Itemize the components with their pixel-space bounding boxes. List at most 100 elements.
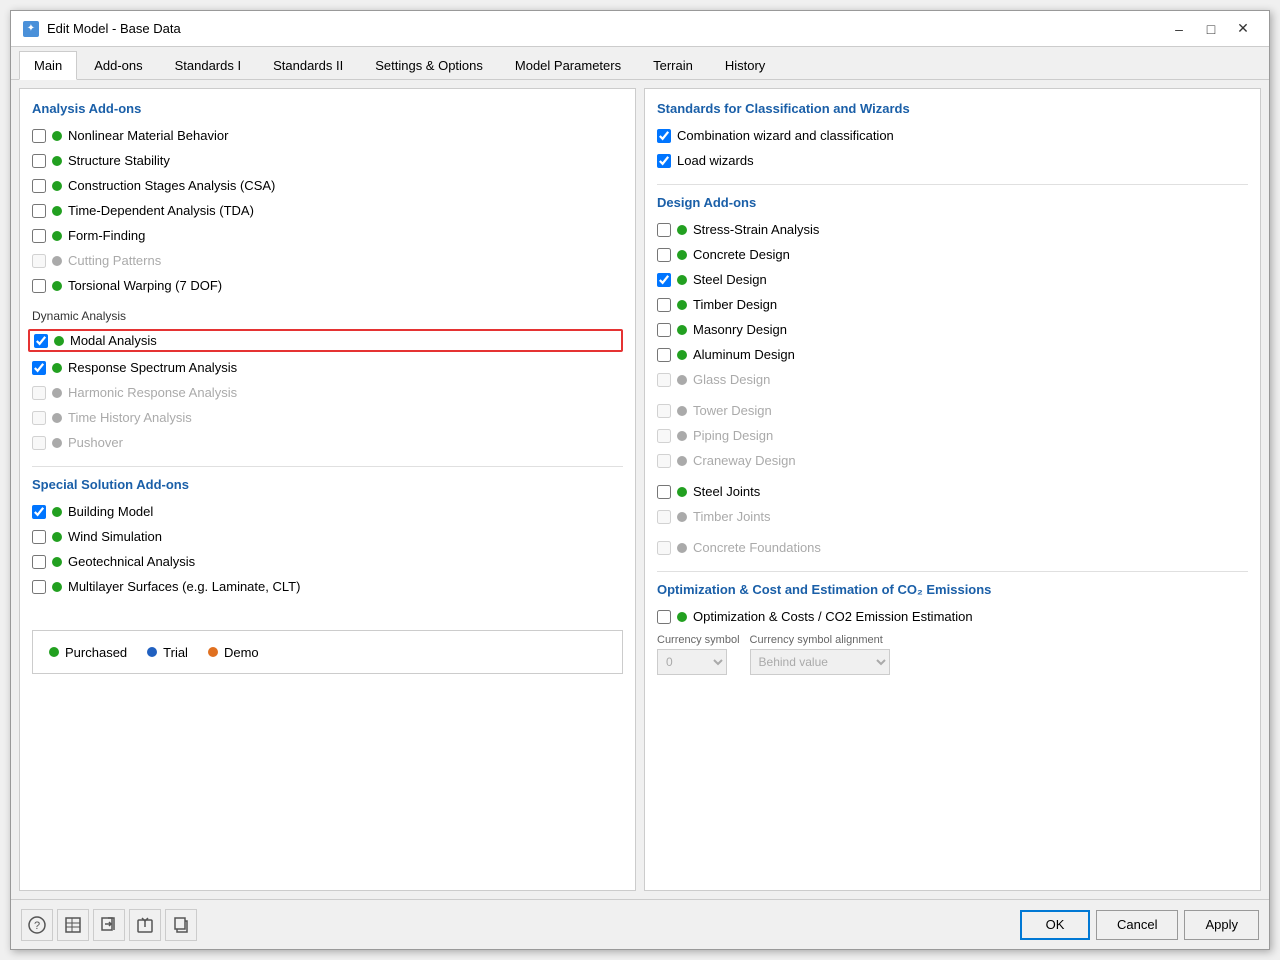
masonry-row: Masonry Design — [657, 320, 1248, 339]
tab-terrain[interactable]: Terrain — [638, 51, 708, 79]
stability-checkbox[interactable] — [32, 154, 46, 168]
tab-history[interactable]: History — [710, 51, 780, 79]
multilayer-row: Multilayer Surfaces (e.g. Laminate, CLT) — [32, 577, 623, 596]
currency-alignment-field: Currency symbol alignment Behind value — [750, 634, 890, 675]
close-button[interactable]: ✕ — [1229, 18, 1257, 40]
legend: Purchased Trial Demo — [32, 630, 623, 674]
timberjoints-label: Timber Joints — [693, 509, 771, 524]
nonlinear-checkbox[interactable] — [32, 129, 46, 143]
glass-dot — [677, 375, 687, 385]
tab-model-parameters[interactable]: Model Parameters — [500, 51, 636, 79]
currency-symbol-label: Currency symbol — [657, 634, 740, 646]
load-checkbox[interactable] — [657, 154, 671, 168]
divider3 — [657, 571, 1248, 572]
form-row: Form-Finding — [32, 226, 623, 245]
tab-standards1[interactable]: Standards I — [160, 51, 257, 79]
aluminum-label: Aluminum Design — [693, 347, 795, 362]
wind-checkbox[interactable] — [32, 530, 46, 544]
concrete-checkbox[interactable] — [657, 248, 671, 262]
opt-row: Optimization & Costs / CO2 Emission Esti… — [657, 607, 1248, 626]
concretefound-row: Concrete Foundations — [657, 538, 1248, 557]
analysis-addons-section: Analysis Add-ons Nonlinear Material Beha… — [32, 101, 623, 295]
legend-demo-label: Demo — [224, 645, 259, 660]
torsional-checkbox[interactable] — [32, 279, 46, 293]
table-button[interactable] — [57, 909, 89, 941]
standards-section: Standards for Classification and Wizards… — [657, 101, 1248, 170]
modal-dot — [54, 336, 64, 346]
currency-symbol-select[interactable]: 0 — [657, 649, 727, 675]
geo-checkbox[interactable] — [32, 555, 46, 569]
legend-trial: Trial — [147, 645, 188, 660]
tab-standards2[interactable]: Standards II — [258, 51, 358, 79]
timber-checkbox[interactable] — [657, 298, 671, 312]
response-checkbox[interactable] — [32, 361, 46, 375]
timberjoints-row: Timber Joints — [657, 507, 1248, 526]
maximize-button[interactable]: □ — [1197, 18, 1225, 40]
svg-text:?: ? — [34, 920, 40, 932]
tower-checkbox — [657, 404, 671, 418]
stability-dot — [52, 156, 62, 166]
torsional-dot — [52, 281, 62, 291]
aluminum-checkbox[interactable] — [657, 348, 671, 362]
masonry-label: Masonry Design — [693, 322, 787, 337]
csa-checkbox[interactable] — [32, 179, 46, 193]
timber-row: Timber Design — [657, 295, 1248, 314]
wind-label: Wind Simulation — [68, 529, 162, 544]
load-row: Load wizards — [657, 151, 1248, 170]
torsional-row: Torsional Warping (7 DOF) — [32, 276, 623, 295]
multilayer-checkbox[interactable] — [32, 580, 46, 594]
steeljoints-label: Steel Joints — [693, 484, 760, 499]
help-button[interactable]: ? — [21, 909, 53, 941]
special-section: Special Solution Add-ons Building Model … — [32, 477, 623, 596]
nonlinear-label: Nonlinear Material Behavior — [68, 128, 228, 143]
tab-addons[interactable]: Add-ons — [79, 51, 157, 79]
combo-checkbox[interactable] — [657, 129, 671, 143]
aluminum-dot — [677, 350, 687, 360]
ok-button[interactable]: OK — [1020, 910, 1090, 940]
legend-purchased: Purchased — [49, 645, 127, 660]
tda-row: Time-Dependent Analysis (TDA) — [32, 201, 623, 220]
dynamic-analysis-label: Dynamic Analysis — [32, 309, 623, 323]
cutting-row: Cutting Patterns — [32, 251, 623, 270]
stability-row: Structure Stability — [32, 151, 623, 170]
glass-row: Glass Design — [657, 370, 1248, 389]
steel-checkbox[interactable] — [657, 273, 671, 287]
opt-checkbox[interactable] — [657, 610, 671, 624]
design-title: Design Add-ons — [657, 195, 1248, 210]
timber-dot — [677, 300, 687, 310]
design-section: Design Add-ons Stress-Strain Analysis Co… — [657, 195, 1248, 557]
divider1 — [32, 466, 623, 467]
copy-button[interactable] — [165, 909, 197, 941]
csa-label: Construction Stages Analysis (CSA) — [68, 178, 275, 193]
building-checkbox[interactable] — [32, 505, 46, 519]
export-button[interactable] — [93, 909, 125, 941]
apply-button[interactable]: Apply — [1184, 910, 1259, 940]
piping-checkbox — [657, 429, 671, 443]
response-label: Response Spectrum Analysis — [68, 360, 237, 375]
response-row: Response Spectrum Analysis — [32, 358, 623, 377]
currency-alignment-select[interactable]: Behind value — [750, 649, 890, 675]
main-content: Analysis Add-ons Nonlinear Material Beha… — [11, 80, 1269, 899]
tab-settings[interactable]: Settings & Options — [360, 51, 498, 79]
cancel-button[interactable]: Cancel — [1096, 910, 1178, 940]
modal-checkbox[interactable] — [34, 334, 48, 348]
tda-checkbox[interactable] — [32, 204, 46, 218]
minimize-button[interactable]: – — [1165, 18, 1193, 40]
form-checkbox[interactable] — [32, 229, 46, 243]
stress-checkbox[interactable] — [657, 223, 671, 237]
tab-main[interactable]: Main — [19, 51, 77, 80]
currency-symbol-field: Currency symbol 0 — [657, 634, 740, 675]
title-bar: ✦ Edit Model - Base Data – □ ✕ — [11, 11, 1269, 47]
masonry-checkbox[interactable] — [657, 323, 671, 337]
wind-row: Wind Simulation — [32, 527, 623, 546]
steeljoints-checkbox[interactable] — [657, 485, 671, 499]
nonlinear-dot — [52, 131, 62, 141]
multilayer-label: Multilayer Surfaces (e.g. Laminate, CLT) — [68, 579, 300, 594]
geo-dot — [52, 557, 62, 567]
import-button[interactable] — [129, 909, 161, 941]
legend-trial-dot — [147, 647, 157, 657]
concrete-row: Concrete Design — [657, 245, 1248, 264]
currency-row: Currency symbol 0 Currency symbol alignm… — [657, 634, 1248, 675]
currency-alignment-label: Currency symbol alignment — [750, 634, 890, 646]
footer-icons: ? — [21, 909, 197, 941]
